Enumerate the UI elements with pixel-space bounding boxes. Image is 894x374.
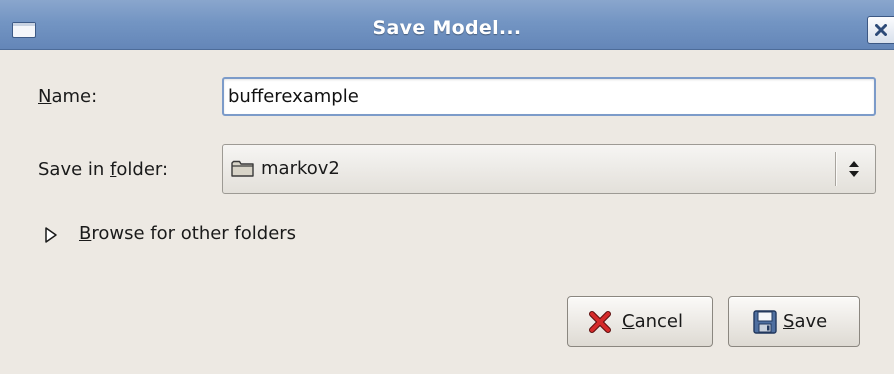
folder-label-after: older: [116,159,169,180]
name-input[interactable] [228,79,868,114]
name-entry-frame [222,77,876,116]
title-bar: Save Model... [0,0,894,50]
browse-label-mnemonic: B [79,223,92,244]
red-x-icon [589,311,611,333]
save-button-label: Save [783,311,827,332]
cancel-button[interactable]: Cancel [567,296,713,347]
browse-folders-label: Browse for other folders [79,223,296,244]
close-icon [875,24,887,36]
combo-separator [835,152,836,186]
cancel-mnemonic: C [622,311,635,332]
up-down-arrows-icon [849,161,859,177]
name-label-text: ame: [51,86,98,107]
triangle-right-icon [45,227,57,243]
save-label-text: ave [794,311,828,332]
browse-label-text: rowse for other folders [91,223,297,244]
window-title: Save Model... [372,17,522,39]
name-label: Name: [38,86,97,107]
save-mnemonic: S [783,311,795,332]
folder-label: Save in folder: [38,159,168,180]
cancel-label-text: ancel [634,311,683,332]
floppy-disk-icon [753,310,777,334]
folder-combo-box[interactable]: markov2 [222,144,876,194]
folder-selected-value: markov2 [261,158,340,179]
cancel-button-label: Cancel [622,311,683,332]
close-button[interactable] [867,16,894,44]
name-label-mnemonic: N [38,86,52,107]
folder-icon [231,160,254,177]
folder-label-before: Save in [38,159,111,180]
save-button[interactable]: Save [728,296,860,347]
